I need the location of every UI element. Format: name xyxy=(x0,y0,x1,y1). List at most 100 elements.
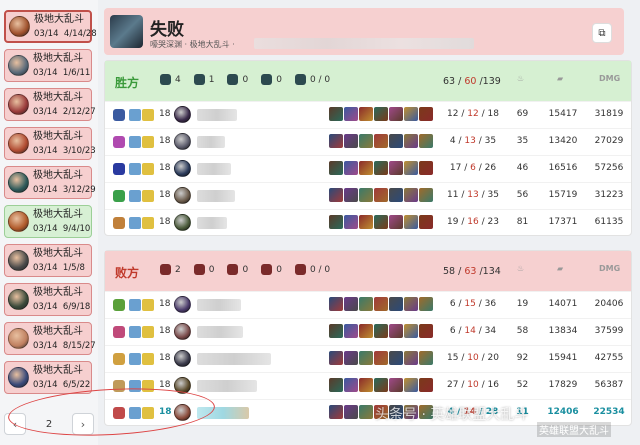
match-card[interactable]: 极地大乱斗 03/14 1/6/11 xyxy=(4,49,92,82)
item-icon xyxy=(404,351,418,365)
herald-icon xyxy=(294,74,306,85)
champion-avatar xyxy=(8,211,29,232)
summoner-spells xyxy=(129,326,154,338)
match-kda: 1/6/11 xyxy=(62,67,91,78)
player-damage: 61135 xyxy=(594,217,624,227)
team-objectives: 2 0 0 0 0 / 0 xyxy=(160,264,330,275)
assists: 36 xyxy=(484,299,497,309)
match-card[interactable]: 极地大乱斗 03/14 6/9/18 xyxy=(4,283,92,316)
player-damage: 42755 xyxy=(594,353,624,363)
player-gold: 15417 xyxy=(548,109,578,119)
assists: 20 xyxy=(487,353,499,363)
item-icon xyxy=(329,351,343,365)
player-cs: 58 xyxy=(516,326,529,336)
player-gold: 16516 xyxy=(548,163,578,173)
player-row[interactable]: 18 11 / 13 / 35 56 15719 31223 xyxy=(105,182,631,209)
player-level: 18 xyxy=(159,163,171,173)
gold-icon: ▰ xyxy=(557,74,564,83)
spell-icon xyxy=(142,217,154,229)
item-icon xyxy=(344,405,358,419)
player-kda: 11 / 13 / 35 xyxy=(447,190,499,200)
spell-icon xyxy=(129,299,141,311)
match-kda: 3/10/23 xyxy=(62,145,96,156)
winning-team-panel: 胜方 4 1 0 0 0 / 0 63 / 60 /139 ♨ ▰ DMG 18 12 … xyxy=(104,60,632,236)
match-card[interactable]: 极地大乱斗 03/14 3/12/29 xyxy=(4,166,96,199)
match-card[interactable]: 极地大乱斗 03/14 3/10/23 xyxy=(4,127,96,160)
deaths: 14 xyxy=(464,326,476,336)
cs-icon: ♨ xyxy=(517,264,525,273)
spell-icon xyxy=(142,299,154,311)
kills: 4 xyxy=(449,136,456,146)
player-gold: 13834 xyxy=(548,326,578,336)
item-icon xyxy=(374,215,388,229)
item-build xyxy=(329,351,433,365)
player-level: 18 xyxy=(159,299,171,309)
item-icon xyxy=(359,134,373,148)
match-card[interactable]: 极地大乱斗 03/14 9/4/10 xyxy=(4,205,92,238)
item-icon xyxy=(359,107,373,121)
item-icon xyxy=(389,351,403,365)
player-row[interactable]: 18 4 / 13 / 35 35 13420 27029 xyxy=(105,128,631,155)
dragon-icon xyxy=(261,264,273,275)
player-row[interactable]: 18 17 / 6 / 26 46 16516 57256 xyxy=(105,155,631,182)
player-row[interactable]: 18 15 / 10 / 20 92 15941 42755 xyxy=(105,345,631,372)
item-icon xyxy=(404,161,418,175)
player-avatar xyxy=(174,350,191,367)
summoner-spells xyxy=(129,217,154,229)
item-icon xyxy=(419,324,433,338)
player-row[interactable]: 18 6 / 14 / 34 58 13834 37599 xyxy=(105,318,631,345)
champion-avatar xyxy=(8,250,29,271)
kills: 15 xyxy=(447,353,459,363)
objective-2: 0 xyxy=(227,264,248,275)
player-avatar xyxy=(174,296,191,313)
match-mode: 极地大乱斗 xyxy=(33,169,83,181)
item-icon xyxy=(389,188,403,202)
player-cs: 52 xyxy=(516,380,529,390)
spell-icon xyxy=(129,217,141,229)
objective-1: 0 xyxy=(193,264,214,275)
item-icon xyxy=(344,188,358,202)
watermark: 头条号 · 英雄联盟大乱斗 xyxy=(375,407,529,423)
match-card[interactable]: 极地大乱斗 03/14 8/15/27 xyxy=(4,322,96,355)
item-icon xyxy=(389,378,403,392)
match-card[interactable]: 极地大乱斗 03/14 1/5/8 xyxy=(4,244,92,277)
item-icon xyxy=(329,188,343,202)
champion-icon xyxy=(113,217,125,229)
player-cs: 56 xyxy=(516,190,529,200)
item-icon xyxy=(404,107,418,121)
match-card[interactable]: 极地大乱斗 03/14 6/5/22 xyxy=(4,361,92,394)
match-kda: 3/12/29 xyxy=(62,184,96,195)
item-icon xyxy=(389,134,403,148)
champion-avatar xyxy=(8,172,29,193)
spell-icon xyxy=(142,326,154,338)
item-icon xyxy=(329,324,343,338)
redacted-player-name xyxy=(197,217,227,229)
match-date: 03/14 xyxy=(33,184,58,195)
item-icon xyxy=(419,161,433,175)
copy-button[interactable]: ⧉ xyxy=(592,23,612,43)
player-row[interactable]: 18 19 / 16 / 23 81 17371 61135 xyxy=(105,209,631,236)
player-kda: 27 / 10 / 16 xyxy=(447,380,499,390)
player-avatar xyxy=(174,187,191,204)
champion-avatar xyxy=(8,94,29,115)
herald-icon xyxy=(294,264,306,275)
player-row[interactable]: 18 12 / 12 / 18 69 15417 31819 xyxy=(105,101,631,128)
match-kda: 1/5/8 xyxy=(62,262,85,273)
player-row[interactable]: 18 6 / 15 / 36 19 14071 20406 xyxy=(105,291,631,318)
item-icon xyxy=(344,215,358,229)
objective-count: 0 xyxy=(276,264,282,275)
item-icon xyxy=(374,324,388,338)
item-icon xyxy=(404,215,418,229)
team-kda: 58 / 63 /134 xyxy=(443,266,501,277)
champion-icon xyxy=(113,109,125,121)
match-date: 03/14 xyxy=(34,28,59,39)
redacted-player-name xyxy=(197,109,237,121)
item-build xyxy=(329,215,433,229)
summoner-spells xyxy=(129,136,154,148)
team-objectives: 4 1 0 0 0 / 0 xyxy=(160,74,330,85)
player-cs: 92 xyxy=(516,353,529,363)
player-cs: 19 xyxy=(516,299,529,309)
objective-4: 0 / 0 xyxy=(294,264,330,275)
match-card[interactable]: 极地大乱斗 03/14 4/14/28 xyxy=(4,10,97,43)
match-card[interactable]: 极地大乱斗 03/14 2/12/27 xyxy=(4,88,96,121)
